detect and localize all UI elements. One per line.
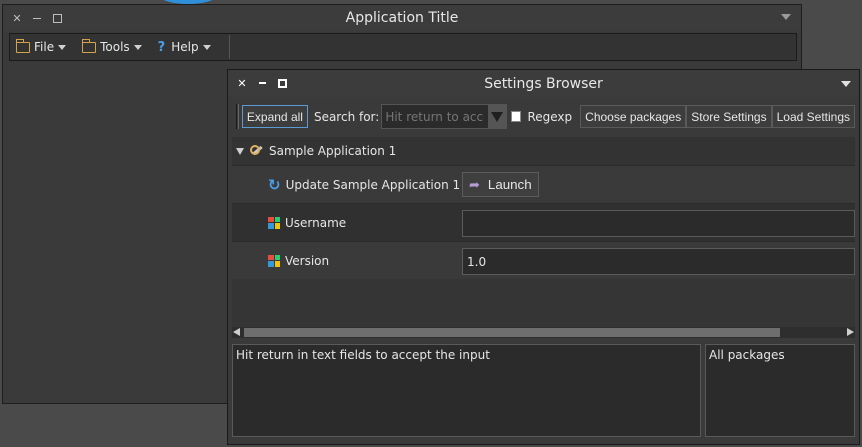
setting-grid-icon xyxy=(268,216,280,229)
chevron-down-icon xyxy=(133,44,142,50)
tree-group-row[interactable]: Sample Application 1 xyxy=(232,137,855,165)
help-icon: ? xyxy=(157,39,166,55)
chevron-down-icon xyxy=(58,44,67,50)
packages-pane[interactable]: All packages xyxy=(705,344,855,437)
main-titlebar[interactable]: ✕ Application Title xyxy=(3,5,801,31)
search-combo[interactable] xyxy=(381,104,508,129)
window-menu-icon[interactable] xyxy=(841,81,851,87)
username-field[interactable] xyxy=(462,210,855,237)
version-field[interactable] xyxy=(462,248,855,275)
menu-help[interactable]: ? Help xyxy=(158,40,211,55)
scrollbar-thumb[interactable] xyxy=(244,328,780,337)
menu-tools[interactable]: Tools xyxy=(82,38,142,54)
expand-all-button[interactable]: Expand all xyxy=(241,105,308,128)
menu-help-label: Help xyxy=(171,40,199,54)
load-settings-button[interactable]: Load Settings xyxy=(771,105,855,128)
scroll-left-icon[interactable] xyxy=(233,328,240,336)
settings-tree: Sample Application 1 ↻ Update Sample App… xyxy=(232,137,855,327)
regexp-checkbox[interactable] xyxy=(511,111,522,122)
packages-text: All packages xyxy=(709,348,785,362)
launch-label: Launch xyxy=(487,177,532,192)
chevron-down-icon xyxy=(202,44,211,50)
menu-tools-label: Tools xyxy=(100,40,130,54)
tree-row-username: Username xyxy=(232,203,855,241)
horizontal-scrollbar[interactable] xyxy=(232,327,855,338)
window-title: Application Title xyxy=(345,10,459,26)
folder-icon xyxy=(82,38,97,53)
update-label: Update Sample Application 1 xyxy=(285,177,461,192)
expand-triangle-icon[interactable] xyxy=(236,147,244,155)
folder-icon xyxy=(16,38,30,53)
store-settings-button[interactable]: Store Settings xyxy=(686,105,772,128)
toolbar-separator xyxy=(236,104,239,129)
menubar: File Tools ? Help xyxy=(9,33,797,61)
share-arrow-icon: ➦ xyxy=(469,176,480,192)
choose-packages-button[interactable]: Choose packages xyxy=(580,105,687,128)
settings-browser-window: ✕ Settings Browser Expand all Search for… xyxy=(227,69,860,445)
window-menu-icon[interactable] xyxy=(781,14,791,20)
menu-file[interactable]: File xyxy=(16,38,67,54)
wrench-icon xyxy=(250,144,264,158)
help-text-pane: Hit return in text fields to accept the … xyxy=(232,344,701,437)
chevron-down-icon[interactable] xyxy=(488,105,507,128)
version-label: Version xyxy=(285,253,330,268)
group-label: Sample Application 1 xyxy=(269,144,397,158)
setting-grid-icon xyxy=(268,254,280,267)
username-label: Username xyxy=(285,215,347,230)
search-label: Search for: xyxy=(313,109,380,124)
menu-file-label: File xyxy=(34,40,55,54)
regexp-label: Regexp xyxy=(527,109,573,124)
scroll-right-icon[interactable] xyxy=(847,328,854,336)
menu-separator xyxy=(228,35,230,59)
refresh-icon: ↻ xyxy=(268,175,281,194)
tree-row-version: Version xyxy=(232,241,855,279)
settings-titlebar[interactable]: ✕ Settings Browser xyxy=(228,70,859,97)
launch-button[interactable]: ➦ Launch xyxy=(462,172,539,197)
settings-toolbar: Expand all Search for: Regexp Choose pac… xyxy=(236,103,855,130)
tree-row-update: ↻ Update Sample Application 1 ➦ Launch xyxy=(232,165,855,203)
help-text: Hit return in text fields to accept the … xyxy=(236,348,490,362)
settings-title: Settings Browser xyxy=(484,75,603,92)
